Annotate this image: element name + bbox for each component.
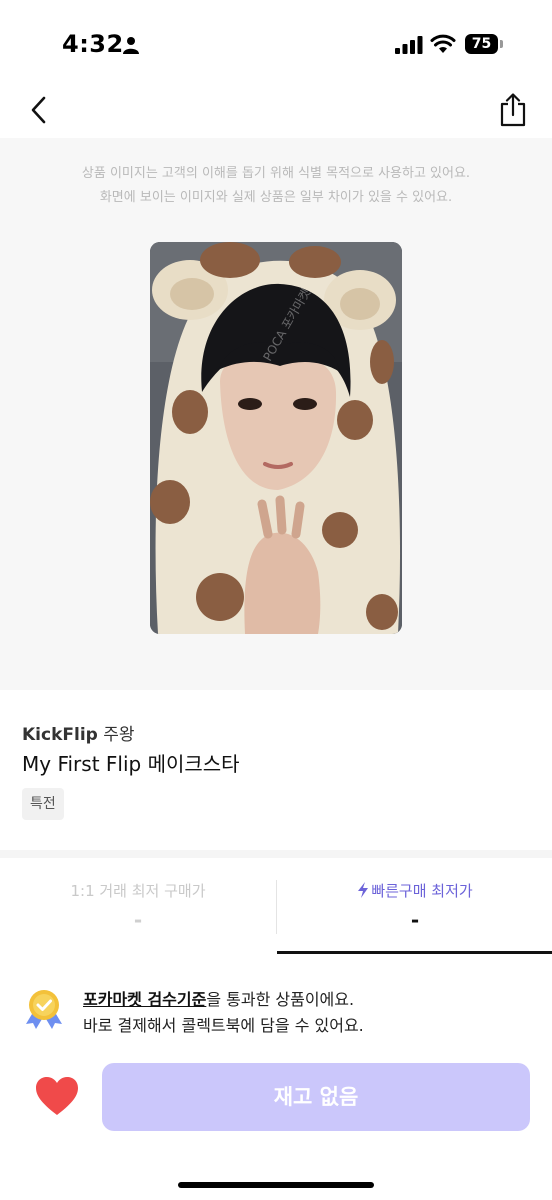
tab-one-to-one-value: - [133, 908, 143, 932]
product-tag: 특전 [22, 788, 64, 820]
price-tabs: 1:1 거래 최저 구매가 - 빠른구매 최저가 - [0, 858, 552, 954]
inspection-line1-rest: 을 통과한 상품이에요. [206, 990, 355, 1009]
active-tab-indicator [277, 951, 552, 954]
tab-quick-buy-price[interactable]: 빠른구매 최저가 - [277, 858, 552, 954]
image-notice-line2: 화면에 보이는 이미지와 실제 상품은 일부 차이가 있을 수 있어요. [99, 190, 453, 205]
album-title: My First Flip 메이크스타 [22, 752, 240, 776]
wifi-icon [430, 34, 456, 53]
section-divider [0, 850, 552, 858]
inspection-line2: 바로 결제해서 콜렉트북에 담을 수 있어요. [83, 1016, 364, 1035]
tab-one-to-one-price[interactable]: 1:1 거래 최저 구매가 - [0, 858, 276, 954]
inspection-standard-link[interactable]: 포카마켓 검수기준 [83, 990, 206, 1009]
home-indicator [178, 1182, 374, 1188]
heart-icon[interactable] [34, 1075, 80, 1117]
member-name: 주왕 [103, 725, 135, 745]
bolt-icon [358, 882, 369, 898]
signal-icon [395, 36, 423, 54]
artist-name[interactable]: KickFlip [22, 725, 98, 745]
image-notice: 상품 이미지는 고객의 이해를 돕기 위해 식별 목적으로 사용하고 있어요. … [0, 162, 552, 210]
battery-icon: 75 [465, 34, 503, 54]
medal-icon [26, 990, 62, 1029]
buy-button[interactable]: 재고 없음 [102, 1063, 530, 1131]
tab-quick-buy-label-wrap: 빠른구매 최저가 [277, 880, 552, 901]
status-time: 4:32 [62, 30, 124, 58]
product-info: KickFlip 주왕 My First Flip 메이크스타 특전 [0, 690, 552, 850]
chevron-left-icon[interactable] [24, 92, 56, 128]
product-image-section: 상품 이미지는 고객의 이해를 돕기 위해 식별 목적으로 사용하고 있어요. … [0, 138, 552, 690]
tab-quick-buy-label: 빠른구매 최저가 [371, 882, 473, 900]
inspection-line1: 포카마켓 검수기준을 통과한 상품이에요. [83, 986, 354, 1010]
share-icon[interactable] [496, 91, 530, 129]
tab-one-to-one-label: 1:1 거래 최저 구매가 [70, 882, 206, 900]
tab-quick-buy-value: - [410, 908, 420, 932]
person-icon [123, 37, 139, 54]
photocard-image[interactable]: POCA 포카마켓 [150, 242, 402, 634]
inspection-notice: 포카마켓 검수기준을 통과한 상품이에요. 바로 결제해서 콜렉트북에 담을 수… [0, 970, 552, 1050]
photocard-illustration: POCA 포카마켓 [150, 242, 402, 634]
nav-bar [0, 88, 552, 138]
product-artist-line: KickFlip 주왕 [22, 720, 135, 745]
image-notice-line1: 상품 이미지는 고객의 이해를 돕기 위해 식별 목적으로 사용하고 있어요. [81, 166, 471, 181]
battery-cap [500, 40, 503, 48]
battery-level: 75 [465, 34, 498, 54]
status-bar: 4:32 75 [0, 0, 552, 88]
